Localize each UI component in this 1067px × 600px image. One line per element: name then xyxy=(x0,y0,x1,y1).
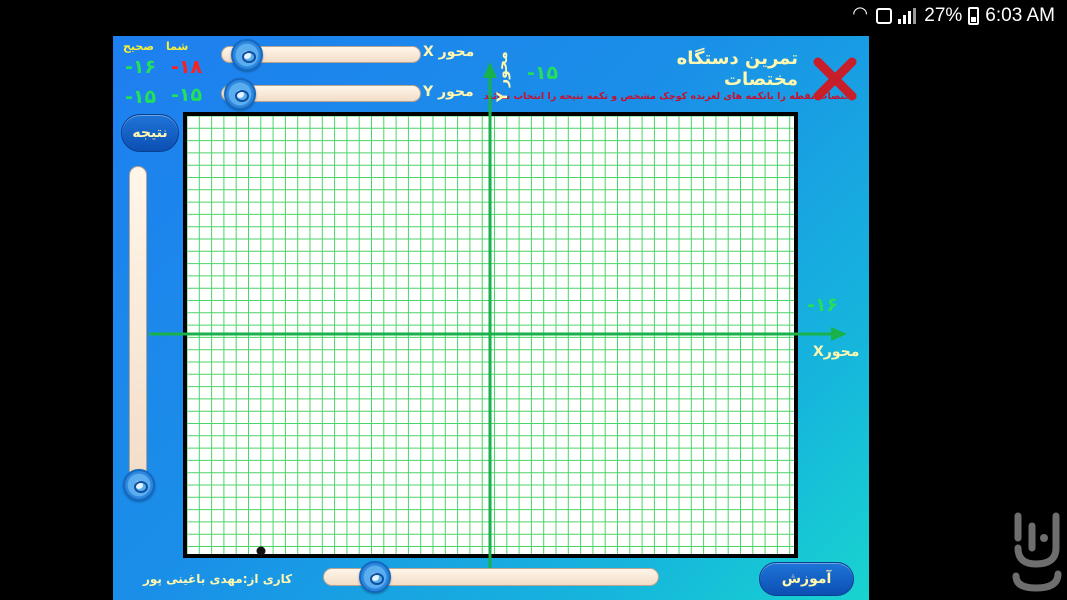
y-axis-label: محور Y xyxy=(495,51,511,102)
battery-icon xyxy=(968,7,980,25)
credit-text: کاری از:مهدی باغینی پور xyxy=(143,572,293,586)
status-icons: 27% 6:03 AM xyxy=(852,3,1055,27)
x-axis-arrow xyxy=(831,327,847,341)
app-panel: شما صحیح -۱۸ -۱۶ -۱۵ -۱۵ محور X محور Y ت… xyxy=(113,36,869,600)
tutorial-button[interactable]: آموزش xyxy=(759,562,854,596)
message-icon xyxy=(876,8,893,24)
wifi-icon xyxy=(852,3,870,25)
clock: 6:03 AM xyxy=(985,5,1055,26)
x-axis-label: محورX xyxy=(813,344,860,360)
status-bar: 27% 6:03 AM xyxy=(0,0,1067,34)
bazaar-logo xyxy=(1012,512,1062,592)
y-axis-readout: -۱۵ xyxy=(527,62,559,84)
signal-icon xyxy=(898,8,918,24)
target-point xyxy=(256,546,266,556)
x-axis-readout: -۱۶ xyxy=(807,294,839,316)
battery-percent: 27% xyxy=(924,5,963,26)
bottom-slider-knob[interactable] xyxy=(359,561,391,593)
axes-layer xyxy=(149,62,847,568)
